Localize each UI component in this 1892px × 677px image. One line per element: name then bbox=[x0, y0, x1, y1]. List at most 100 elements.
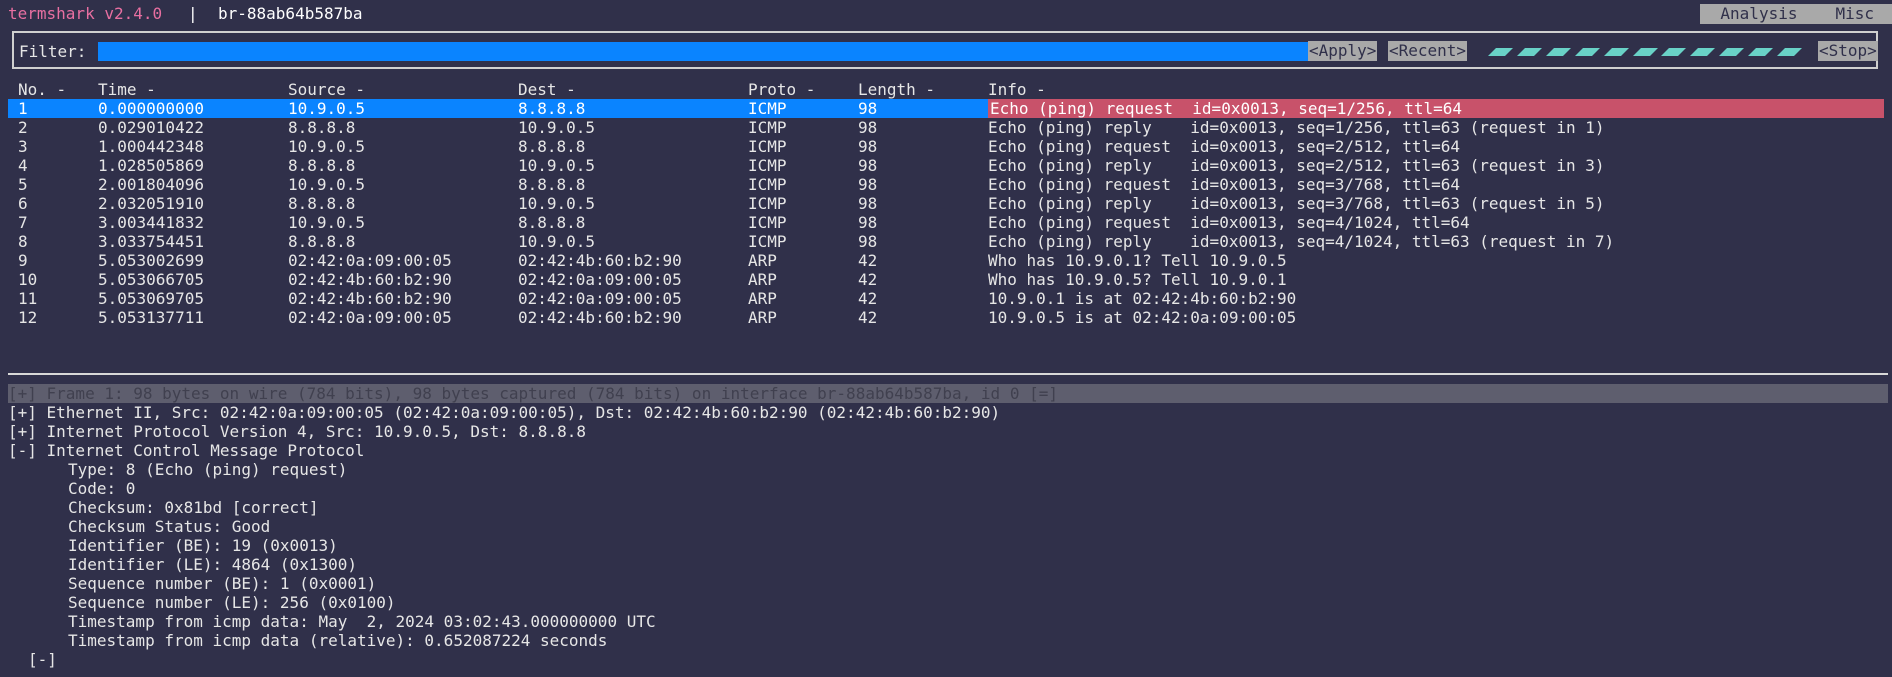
column-header-source[interactable]: Source - bbox=[288, 80, 365, 99]
cell-no: 1 bbox=[18, 99, 28, 118]
table-row[interactable]: 9 5.053002699 02:42:0a:09:00:05 02:42:4b:60… bbox=[8, 251, 1884, 270]
cell-length: 98 bbox=[858, 118, 878, 137]
cell-time: 1.028505869 bbox=[98, 156, 204, 175]
table-row[interactable]: 11 5.053069705 02:42:4b:60:b2:90 02:42:0a:0… bbox=[8, 289, 1884, 308]
cell-info: 10.9.0.5 is at 02:42:0a:09:00:05 bbox=[988, 308, 1297, 327]
detail-field[interactable]: Identifier (BE): 19 (0x0013) bbox=[8, 536, 1888, 555]
table-row[interactable]: 1 0.000000000 10.9.0.5 8.8.8.8 ICMP 98 Echo (p… bbox=[8, 99, 1884, 118]
cell-dest: 02:42:0a:09:00:05 bbox=[518, 270, 682, 289]
detail-frame[interactable]: [+] Frame 1: 98 bytes on wire (784 bits)… bbox=[8, 384, 1888, 403]
menu-analysis[interactable]: Analysis bbox=[1700, 4, 1815, 24]
cell-proto: ICMP bbox=[748, 137, 787, 156]
pane-divider[interactable] bbox=[8, 373, 1888, 375]
cell-source: 10.9.0.5 bbox=[288, 213, 366, 232]
cell-time: 5.053137711 bbox=[98, 308, 204, 327]
table-row[interactable]: 7 3.003441832 10.9.0.5 8.8.8.8 ICMP 98 Echo (p… bbox=[8, 213, 1884, 232]
packet-list: No. - Time - Source - Dest - Proto - Len… bbox=[8, 80, 1884, 327]
cell-dest: 02:42:4b:60:b2:90 bbox=[518, 308, 682, 327]
column-header-no[interactable]: No. - bbox=[18, 80, 66, 99]
packet-details: [+] Frame 1: 98 bytes on wire (784 bits)… bbox=[8, 384, 1888, 669]
cell-proto: ARP bbox=[748, 289, 777, 308]
table-row[interactable]: 8 3.033754451 8.8.8.8 10.9.0.5 ICMP 98 Echo (p… bbox=[8, 232, 1884, 251]
cell-proto: ARP bbox=[748, 270, 777, 289]
column-header-time[interactable]: Time - bbox=[98, 80, 156, 99]
detail-field[interactable]: Timestamp from icmp data (relative): 0.6… bbox=[8, 631, 1888, 650]
table-row[interactable]: 6 2.032051910 8.8.8.8 10.9.0.5 ICMP 98 Echo (p… bbox=[8, 194, 1884, 213]
cell-info: Echo (ping) reply id=0x0013, seq=4/1024,… bbox=[988, 232, 1615, 251]
cell-source: 8.8.8.8 bbox=[288, 232, 356, 251]
cell-no: 6 bbox=[18, 194, 28, 213]
table-row[interactable]: 5 2.001804096 10.9.0.5 8.8.8.8 ICMP 98 Echo (p… bbox=[8, 175, 1884, 194]
cell-info: Echo (ping) reply id=0x0013, seq=3/768, … bbox=[988, 194, 1605, 213]
cell-length: 98 bbox=[858, 156, 878, 175]
detail-field[interactable]: Sequence number (BE): 1 (0x0001) bbox=[8, 574, 1888, 593]
detail-ip[interactable]: [+] Internet Protocol Version 4, Src: 10… bbox=[8, 422, 1888, 441]
stop-button[interactable]: <Stop> bbox=[1818, 41, 1878, 61]
cell-proto: ICMP bbox=[748, 213, 787, 232]
detail-data-toggle[interactable]: [-] bbox=[8, 650, 1888, 669]
cell-length: 98 bbox=[858, 194, 878, 213]
detail-ethernet[interactable]: [+] Ethernet II, Src: 02:42:0a:09:00:05 … bbox=[8, 403, 1888, 422]
cell-source: 02:42:4b:60:b2:90 bbox=[288, 289, 452, 308]
menu-misc[interactable]: Misc bbox=[1815, 4, 1892, 24]
detail-field[interactable]: Sequence number (LE): 256 (0x0100) bbox=[8, 593, 1888, 612]
table-row[interactable]: 12 5.053137711 02:42:0a:09:00:05 02:42:4b:6… bbox=[8, 308, 1884, 327]
column-header-dest[interactable]: Dest - bbox=[518, 80, 576, 99]
cell-length: 42 bbox=[858, 289, 878, 308]
table-row[interactable]: 2 0.029010422 8.8.8.8 10.9.0.5 ICMP 98 Echo (p… bbox=[8, 118, 1884, 137]
cell-no: 5 bbox=[18, 175, 28, 194]
cell-source: 10.9.0.5 bbox=[288, 99, 366, 118]
detail-field[interactable]: Checksum: 0x81bd [correct] bbox=[8, 498, 1888, 517]
detail-field[interactable]: Timestamp from icmp data: May 2, 2024 03… bbox=[8, 612, 1888, 631]
cell-info: Echo (ping) request id=0x0013, seq=3/768… bbox=[988, 175, 1461, 194]
cell-source: 10.9.0.5 bbox=[288, 175, 366, 194]
cell-dest: 8.8.8.8 bbox=[518, 137, 586, 156]
cell-dest: 8.8.8.8 bbox=[518, 99, 586, 118]
cell-proto: ARP bbox=[748, 251, 777, 270]
menu-bar: Analysis Misc bbox=[1700, 4, 1892, 24]
cell-proto: ICMP bbox=[748, 232, 787, 251]
detail-icmp[interactable]: [-] Internet Control Message Protocol bbox=[8, 441, 1888, 460]
column-header-proto[interactable]: Proto - bbox=[748, 80, 815, 99]
cell-length: 42 bbox=[858, 270, 878, 289]
apply-button[interactable]: <Apply> bbox=[1308, 41, 1378, 61]
cell-dest: 8.8.8.8 bbox=[518, 213, 586, 232]
cell-info: Who has 10.9.0.5? Tell 10.9.0.1 bbox=[988, 270, 1287, 289]
detail-field[interactable]: Checksum Status: Good bbox=[8, 517, 1888, 536]
cell-proto: ICMP bbox=[748, 99, 787, 118]
cell-length: 98 bbox=[858, 137, 878, 156]
cell-dest: 10.9.0.5 bbox=[518, 194, 596, 213]
cell-no: 9 bbox=[18, 251, 28, 270]
column-header-length[interactable]: Length - bbox=[858, 80, 935, 99]
table-row[interactable]: 3 1.000442348 10.9.0.5 8.8.8.8 ICMP 98 Echo (p… bbox=[8, 137, 1884, 156]
cell-proto: ICMP bbox=[748, 118, 787, 137]
cell-info: 10.9.0.1 is at 02:42:4b:60:b2:90 bbox=[988, 289, 1297, 308]
cell-no: 11 bbox=[18, 289, 38, 308]
cell-time: 2.001804096 bbox=[98, 175, 204, 194]
cell-proto: ICMP bbox=[748, 156, 787, 175]
cell-time: 1.000442348 bbox=[98, 137, 204, 156]
recent-button[interactable]: <Recent> bbox=[1388, 41, 1468, 61]
cell-dest: 02:42:4b:60:b2:90 bbox=[518, 251, 682, 270]
cell-no: 10 bbox=[18, 270, 38, 289]
cell-time: 2.032051910 bbox=[98, 194, 204, 213]
cell-info: Echo (ping) reply id=0x0013, seq=1/256, … bbox=[988, 118, 1605, 137]
cell-dest: 8.8.8.8 bbox=[518, 175, 586, 194]
cell-time: 0.000000000 bbox=[98, 99, 204, 118]
column-header-info[interactable]: Info - bbox=[988, 80, 1046, 99]
table-row[interactable]: 10 5.053066705 02:42:4b:60:b2:90 02:42:0a:0… bbox=[8, 270, 1884, 289]
cell-length: 98 bbox=[858, 213, 878, 232]
detail-field[interactable]: Code: 0 bbox=[8, 479, 1888, 498]
title-separator: | bbox=[188, 4, 198, 23]
filter-label: Filter: bbox=[19, 42, 87, 61]
filter-input[interactable] bbox=[98, 42, 1320, 61]
filter-bar: Filter: <Apply> <Recent> <Stop> bbox=[12, 31, 1878, 69]
cell-source: 02:42:0a:09:00:05 bbox=[288, 251, 452, 270]
cell-info: Echo (ping) request id=0x0013, seq=1/256… bbox=[988, 99, 1884, 118]
detail-field[interactable]: Type: 8 (Echo (ping) request) bbox=[8, 460, 1888, 479]
cell-no: 2 bbox=[18, 118, 28, 137]
detail-field[interactable]: Identifier (LE): 4864 (0x1300) bbox=[8, 555, 1888, 574]
cell-info: Echo (ping) request id=0x0013, seq=4/102… bbox=[988, 213, 1470, 232]
table-row[interactable]: 4 1.028505869 8.8.8.8 10.9.0.5 ICMP 98 Echo (p… bbox=[8, 156, 1884, 175]
cell-no: 8 bbox=[18, 232, 28, 251]
